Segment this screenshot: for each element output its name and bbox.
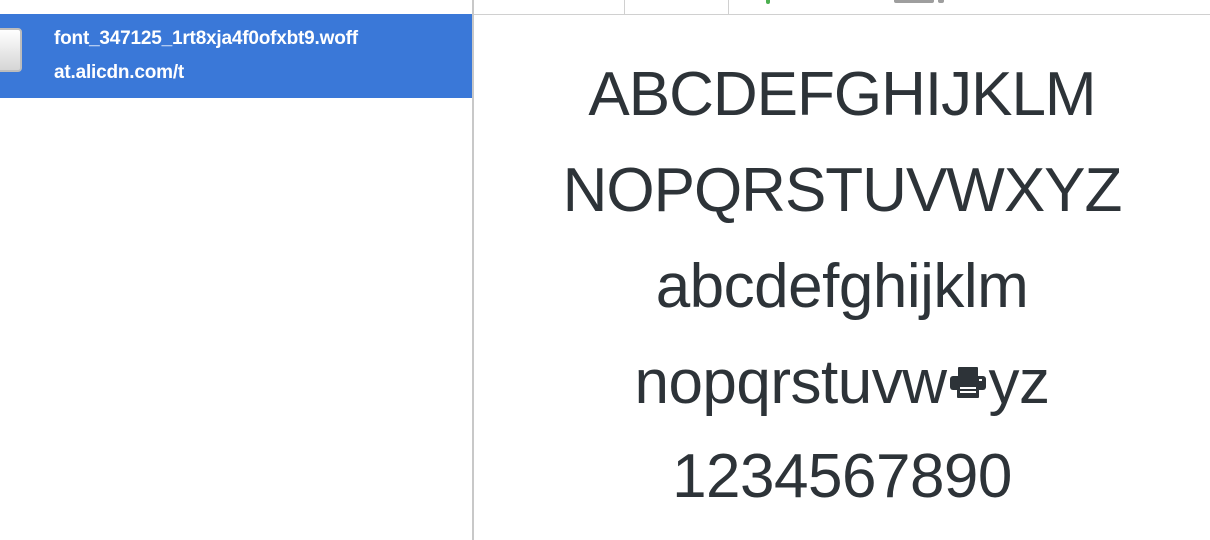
preview-lowercase-line-2: nopqrstuvw yz <box>474 352 1210 414</box>
header-status-mark <box>766 0 770 4</box>
header-separator <box>624 0 625 14</box>
request-list-panel: font_347125_1rt8xja4f0ofxbt9.woff at.ali… <box>0 0 472 540</box>
font-preview-pane: ABCDEFGHIJKLM NOPQRSTUVWXYZ abcdefghijkl… <box>474 16 1210 540</box>
request-file-name: font_347125_1rt8xja4f0ofxbt9.woff <box>54 28 358 49</box>
header-text-fragment <box>938 0 944 3</box>
preview-digits-line: 1234567890 <box>672 442 1012 511</box>
preview-lowercase-line-1: abcdefghijklm <box>655 252 1029 321</box>
preview-uppercase-line-1: ABCDEFGHIJKLM <box>588 60 1096 129</box>
details-header <box>474 0 1210 15</box>
preview-uppercase-line-2: NOPQRSTUVWXYZ <box>562 156 1123 225</box>
header-separator <box>728 0 729 14</box>
request-row-selected[interactable]: font_347125_1rt8xja4f0ofxbt9.woff at.ali… <box>0 14 472 98</box>
request-host: at.alicdn.com/t <box>54 62 185 83</box>
preview-lowercase-text-end: yz <box>988 348 1051 417</box>
file-icon <box>0 28 22 72</box>
header-text-fragment <box>894 0 934 3</box>
preview-lowercase-text: nopqrstuvw <box>634 348 947 417</box>
printer-icon <box>948 361 988 405</box>
